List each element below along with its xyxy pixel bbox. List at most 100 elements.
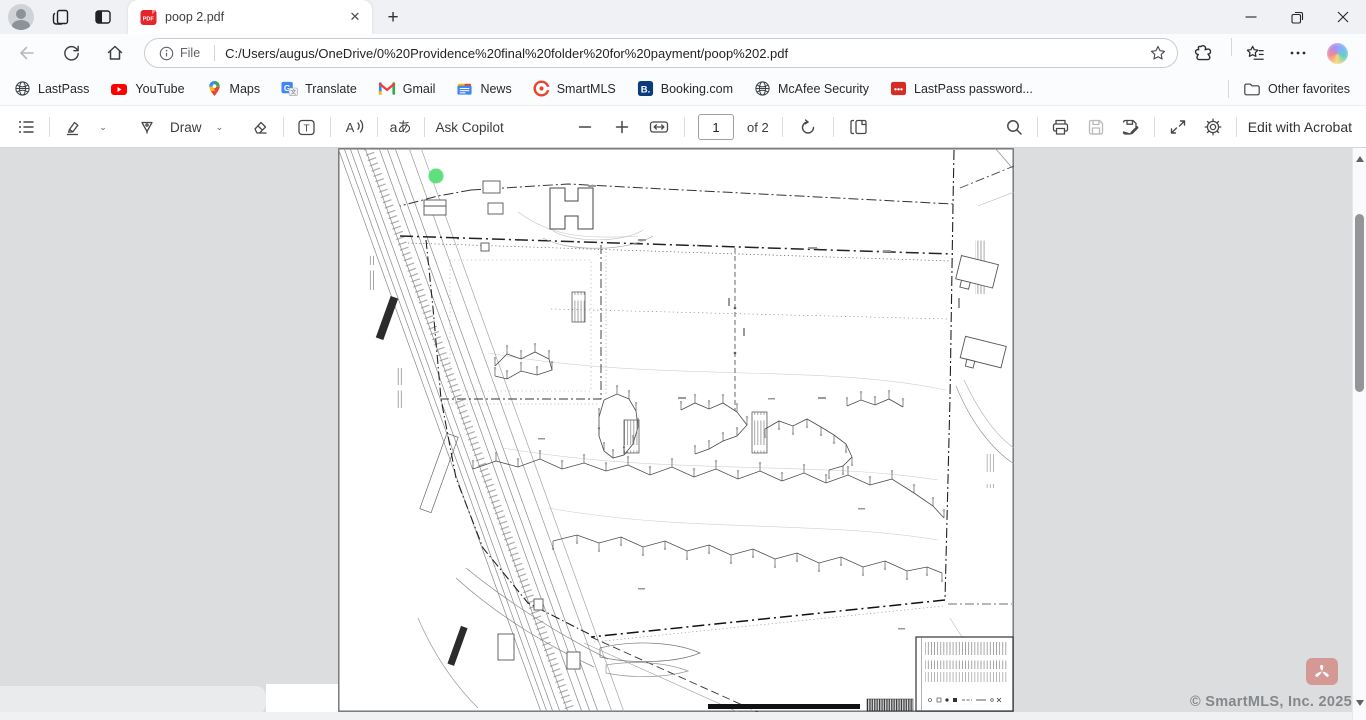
favorites-hub-icon[interactable]	[1245, 38, 1266, 68]
page-2-edge	[266, 684, 338, 712]
fit-to-width-icon[interactable]	[647, 112, 671, 142]
svg-text:A: A	[345, 120, 354, 135]
svg-text:T: T	[303, 123, 309, 134]
address-bar[interactable]: File C:/Users/augus/OneDrive/0%20Provide…	[144, 38, 1178, 68]
browser-essentials-icon[interactable]	[1193, 38, 1214, 68]
internal-lot-lines	[441, 245, 736, 411]
divider	[833, 117, 834, 137]
youtube-icon	[110, 80, 128, 98]
divider	[1231, 38, 1232, 56]
wetland-lines	[473, 352, 944, 573]
favorite-smartmls[interactable]: SmartMLS	[531, 77, 618, 101]
property-boundary	[400, 150, 1012, 712]
page-number-input[interactable]	[698, 114, 734, 140]
scrollbar-thumb[interactable]	[1355, 214, 1364, 392]
favorite-booking[interactable]: B. Booking.com	[635, 77, 735, 101]
maximize-button[interactable]	[1274, 0, 1320, 34]
settings-gear-icon[interactable]	[1201, 112, 1225, 142]
favorite-news[interactable]: News	[454, 77, 513, 101]
favorite-youtube[interactable]: YouTube	[108, 77, 186, 101]
divider	[377, 117, 378, 137]
rotate-icon[interactable]	[796, 112, 820, 142]
tab-close-icon[interactable]: ✕	[346, 8, 364, 26]
favorite-translate[interactable]: G 文 Translate	[279, 77, 359, 101]
favorite-mcafee[interactable]: McAfee Security	[752, 77, 871, 101]
favorite-lastpass[interactable]: LastPass	[12, 77, 91, 101]
navigation-bar: File C:/Users/augus/OneDrive/0%20Provide…	[0, 34, 1366, 72]
highlighter-icon[interactable]	[61, 112, 85, 142]
acrobat-logo-icon	[1313, 664, 1331, 680]
table-of-contents-icon[interactable]	[14, 112, 38, 142]
workspaces-icon[interactable]	[49, 5, 73, 29]
divider	[49, 117, 50, 137]
tab-poop2pdf[interactable]: PDF poop 2.pdf ✕	[128, 0, 372, 34]
window-bottom-edge	[0, 712, 1352, 720]
pdf-viewer-area: © SmartMLS, Inc. 2025	[0, 148, 1366, 720]
site-plan-drawing	[338, 148, 1014, 712]
back-icon[interactable]	[12, 38, 42, 68]
add-text-icon[interactable]: T	[295, 112, 319, 142]
divider	[1037, 117, 1038, 137]
pdf-toolbar: ⌄ Draw ⌄ T	[0, 105, 1366, 148]
copilot-icon[interactable]	[1327, 38, 1348, 68]
save-as-icon[interactable]	[1119, 112, 1143, 142]
vertical-scrollbar[interactable]	[1352, 148, 1366, 720]
page-count-label: of 2	[747, 120, 769, 135]
tab-actions-icon[interactable]	[91, 5, 115, 29]
page-view-icon[interactable]	[847, 112, 871, 142]
ask-copilot-button[interactable]: Ask Copilot	[436, 120, 504, 135]
favorites-bar: LastPass YouTube Maps	[0, 72, 1366, 105]
profile-avatar[interactable]	[8, 4, 34, 30]
railroad-corridor	[338, 148, 624, 712]
favorite-lastpass-passwords[interactable]: ••• LastPass password...	[888, 77, 1035, 101]
legend-box	[916, 637, 1013, 711]
eraser-icon[interactable]	[248, 112, 272, 142]
translate-page-icon[interactable]: aあ	[389, 112, 413, 142]
divider	[283, 117, 284, 137]
zoom-in-icon[interactable]	[610, 112, 634, 142]
minimize-button[interactable]	[1228, 0, 1274, 34]
file-scheme-label: File	[180, 46, 200, 60]
browser-window: PDF poop 2.pdf ✕ +	[0, 0, 1366, 720]
home-icon[interactable]	[100, 38, 130, 68]
pdf-page-1[interactable]	[338, 148, 1014, 712]
draw-dropdown-icon[interactable]: ⌄	[213, 112, 227, 142]
zoom-out-icon[interactable]	[573, 112, 597, 142]
fullscreen-icon[interactable]	[1166, 112, 1190, 142]
globe-icon	[754, 80, 771, 97]
status-bubble	[0, 686, 266, 714]
close-window-button[interactable]	[1320, 0, 1366, 34]
info-icon[interactable]	[159, 46, 174, 61]
google-translate-icon: G 文	[281, 80, 298, 97]
label-boxes	[572, 236, 995, 488]
folder-icon	[1243, 81, 1261, 97]
svg-text:•••: •••	[894, 84, 903, 94]
svg-text:B.: B.	[641, 84, 650, 95]
draw-pen-icon[interactable]	[135, 112, 159, 142]
divider	[214, 45, 215, 61]
favorite-star-icon[interactable]	[1149, 44, 1167, 62]
divider	[1236, 117, 1237, 137]
url-text[interactable]: C:/Users/augus/OneDrive/0%20Providence%2…	[225, 46, 1149, 61]
refresh-icon[interactable]	[56, 38, 86, 68]
avatar-head	[16, 9, 26, 19]
new-tab-button[interactable]: +	[380, 5, 406, 31]
read-aloud-icon[interactable]: A	[342, 112, 366, 142]
divider	[1228, 80, 1229, 98]
scroll-down-icon[interactable]	[1356, 700, 1364, 708]
draw-label[interactable]: Draw	[170, 120, 202, 135]
edit-with-acrobat-button[interactable]: Edit with Acrobat	[1248, 119, 1352, 135]
lastpass-icon: •••	[890, 80, 907, 97]
print-icon[interactable]	[1049, 112, 1073, 142]
favorite-gmail[interactable]: Gmail	[376, 77, 438, 101]
highlighter-dropdown-icon[interactable]: ⌄	[96, 112, 110, 142]
other-favorites-folder[interactable]: Other favorites	[1241, 77, 1352, 101]
search-icon[interactable]	[1002, 112, 1026, 142]
scale-bars	[708, 699, 913, 711]
more-menu-icon[interactable]	[1289, 38, 1307, 68]
pdf-file-icon: PDF	[140, 9, 157, 26]
acrobat-extension-button[interactable]	[1306, 658, 1338, 685]
scroll-up-icon[interactable]	[1356, 154, 1364, 162]
favorite-maps[interactable]: Maps	[204, 77, 263, 101]
google-maps-icon	[206, 80, 223, 97]
